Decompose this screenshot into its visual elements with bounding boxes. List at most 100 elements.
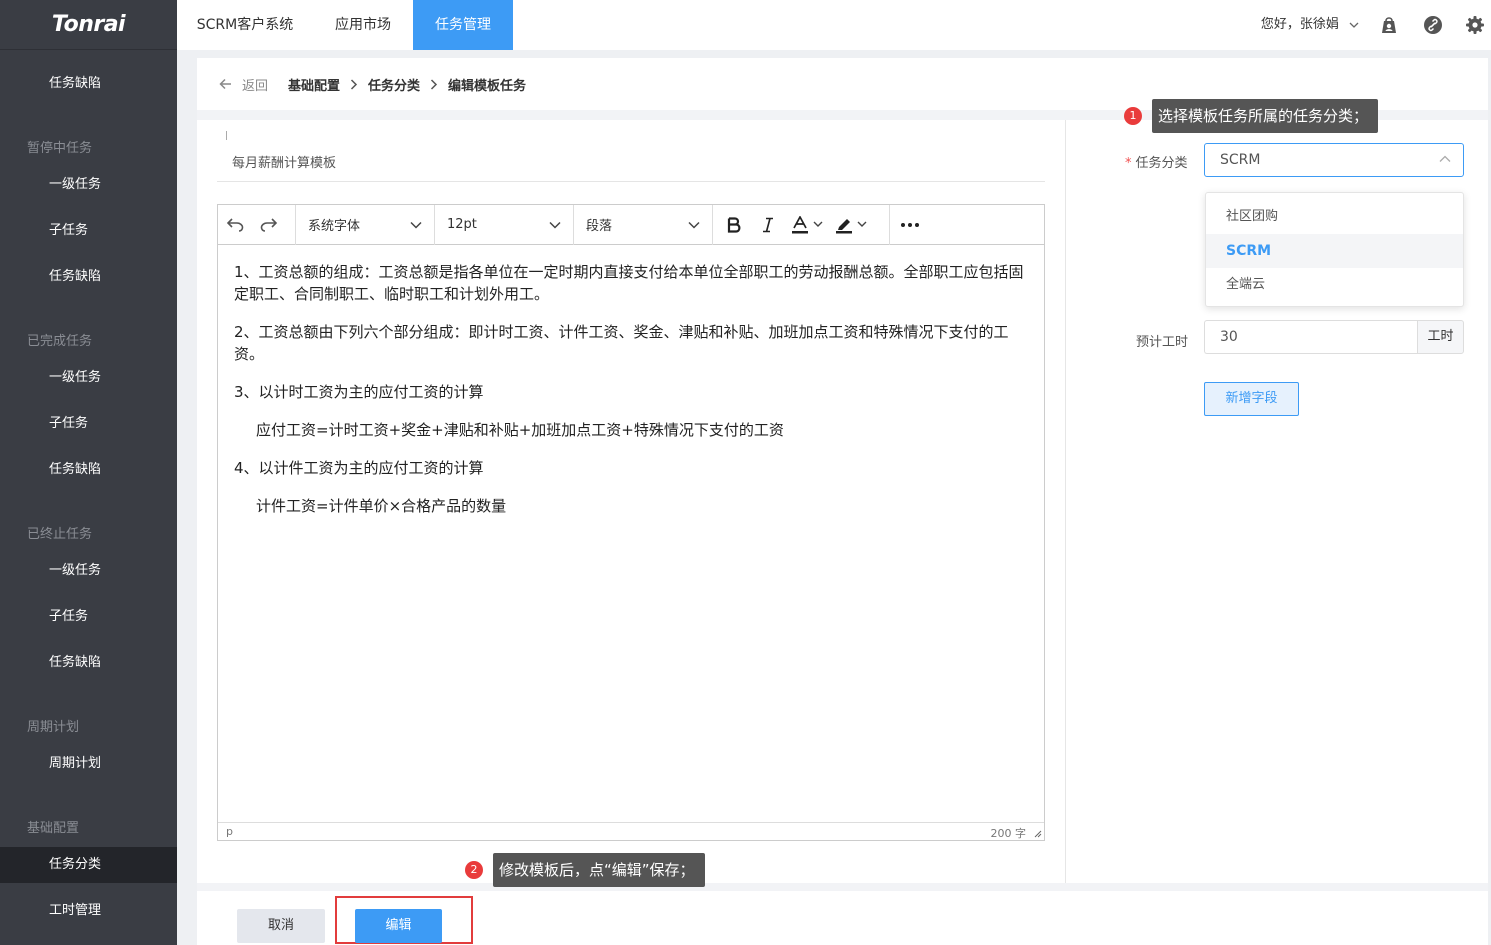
category-dropdown: 社区团购 SCRM 全端云 bbox=[1205, 192, 1464, 307]
nav-app-market[interactable]: 应用市场 bbox=[313, 0, 413, 50]
sidebar-item-completed-defects[interactable]: 任务缺陷 bbox=[0, 452, 177, 488]
font-size-select[interactable]: 12pt bbox=[435, 204, 574, 245]
italic-icon bbox=[763, 217, 773, 232]
sidebar-item-task-category[interactable]: 任务分类 bbox=[0, 847, 177, 883]
sidebar-item-paused-top[interactable]: 一级任务 bbox=[0, 167, 177, 203]
sidebar-group-basic-config: 基础配置 bbox=[27, 821, 80, 836]
category-option-selected[interactable]: SCRM bbox=[1206, 234, 1463, 268]
highlighter-icon bbox=[836, 218, 867, 233]
text-caret bbox=[226, 131, 227, 140]
editor-paragraph: 1、工资总额的组成：工资总额是指各单位在一定时期内直接支付给本单位全部职工的劳动… bbox=[234, 263, 1024, 303]
bold-button[interactable] bbox=[717, 205, 751, 245]
category-option[interactable]: 社区团购 bbox=[1206, 200, 1463, 234]
hours-field-label: 预计工时 bbox=[1136, 335, 1189, 350]
chevron-down-icon bbox=[410, 221, 422, 229]
breadcrumb-task-category[interactable]: 任务分类 bbox=[368, 75, 420, 94]
template-title-input[interactable]: 每月薪酬计算模板 bbox=[217, 128, 1045, 182]
format-group bbox=[713, 204, 890, 245]
italic-button[interactable] bbox=[751, 205, 785, 245]
history-group bbox=[218, 204, 296, 245]
rich-text-editor: 系统字体 12pt 段落 1、工资总额的组成：工资总额是指各单位在一定时期内直接… bbox=[217, 204, 1045, 841]
font-size-value: 12pt bbox=[447, 217, 477, 232]
sidebar-group-completed: 已完成任务 bbox=[27, 334, 93, 349]
sidebar-item-defects[interactable]: 任务缺陷 bbox=[0, 66, 177, 102]
sidebar: Tonrai 任务缺陷 暂停中任务 一级任务 子任务 任务缺陷 已完成任务 一级… bbox=[0, 0, 177, 945]
chevron-up-icon bbox=[1439, 155, 1451, 162]
font-family-select[interactable]: 系统字体 bbox=[296, 204, 435, 245]
editor-toolbar: 系统字体 12pt 段落 bbox=[218, 204, 1044, 245]
block-format-select[interactable]: 段落 bbox=[574, 204, 713, 245]
user-menu[interactable]: 您好，张徐娟 bbox=[1261, 0, 1359, 50]
editor-paragraph: 2、工资总额由下列六个部分组成：即计时工资、计件工资、奖金、津贴和补贴、加班加点… bbox=[234, 323, 1009, 363]
template-title-text: 每月薪酬计算模板 bbox=[232, 156, 337, 171]
nav-scrm[interactable]: SCRM客户系统 bbox=[177, 0, 313, 50]
category-select-value: SCRM bbox=[1220, 152, 1261, 168]
redo-button[interactable] bbox=[252, 205, 286, 245]
sidebar-item-terminated-top[interactable]: 一级任务 bbox=[0, 553, 177, 589]
chevron-down-icon bbox=[549, 221, 561, 229]
category-option[interactable]: 全端云 bbox=[1206, 268, 1463, 302]
sidebar-item-paused-sub[interactable]: 子任务 bbox=[0, 213, 177, 249]
editor-paragraph: 3、以计时工资为主的应付工资的计算 bbox=[234, 383, 484, 401]
editor-paragraph: 应付工资=计时工资+奖金+津贴和补贴+加班加点工资+特殊情况下支付的工资 bbox=[256, 421, 784, 439]
sidebar-item-completed-sub[interactable]: 子任务 bbox=[0, 406, 177, 442]
chevron-down-icon bbox=[688, 221, 700, 229]
arrow-left-icon bbox=[219, 78, 231, 90]
top-bar: SCRM客户系统 应用市场 任务管理 您好，张徐娟 bbox=[177, 0, 1491, 50]
sidebar-group-periodic: 周期计划 bbox=[27, 720, 80, 735]
sidebar-item-terminated-defects[interactable]: 任务缺陷 bbox=[0, 645, 177, 681]
chevron-right-icon bbox=[351, 78, 358, 90]
sidebar-item-paused-defects[interactable]: 任务缺陷 bbox=[0, 259, 177, 295]
text-color-icon bbox=[792, 215, 823, 233]
text-color-button[interactable] bbox=[785, 205, 829, 245]
link-icon[interactable] bbox=[1423, 15, 1443, 35]
hours-unit-label: 工时 bbox=[1417, 320, 1464, 354]
required-mark: * bbox=[1125, 156, 1132, 171]
more-horizontal-icon bbox=[901, 222, 919, 227]
greeting-text: 您好，张徐娟 bbox=[1260, 17, 1339, 32]
sidebar-item-completed-top[interactable]: 一级任务 bbox=[0, 360, 177, 396]
breadcrumb: 返回 基础配置 任务分类 编辑模板任务 bbox=[219, 74, 526, 94]
undo-button[interactable] bbox=[218, 205, 252, 245]
add-field-button[interactable]: 新增字段 bbox=[1204, 382, 1299, 416]
breadcrumb-edit-template: 编辑模板任务 bbox=[448, 78, 527, 94]
back-link[interactable]: 返回 bbox=[219, 75, 268, 94]
cancel-button[interactable]: 取消 bbox=[237, 909, 325, 943]
font-family-value: 系统字体 bbox=[308, 219, 361, 234]
editor-paragraph: 计件工资=计件单价×合格产品的数量 bbox=[256, 497, 507, 515]
highlight-color-button[interactable] bbox=[829, 205, 873, 245]
editor-statusbar: p 200 字 bbox=[218, 822, 1044, 840]
redo-icon bbox=[260, 217, 278, 232]
sidebar-item-terminated-sub[interactable]: 子任务 bbox=[0, 599, 177, 635]
sidebar-item-periodic-plan[interactable]: 周期计划 bbox=[0, 746, 177, 782]
sidebar-item-hours-management[interactable]: 工时管理 bbox=[0, 893, 177, 929]
callout-tip: 修改模板后，点“编辑”保存； bbox=[493, 853, 705, 887]
user-bag-icon[interactable] bbox=[1379, 15, 1399, 35]
edit-save-button[interactable]: 编辑 bbox=[355, 909, 442, 943]
nav-task-management[interactable]: 任务管理 bbox=[413, 0, 513, 50]
category-select[interactable]: SCRM bbox=[1204, 143, 1464, 177]
editor-content[interactable]: 1、工资总额的组成：工资总额是指各单位在一定时期内直接支付给本单位全部职工的劳动… bbox=[234, 261, 1034, 533]
back-label: 返回 bbox=[242, 78, 269, 94]
sidebar-group-paused: 暂停中任务 bbox=[27, 141, 93, 156]
undo-icon bbox=[226, 217, 244, 232]
word-count: 200 字 bbox=[990, 827, 1027, 840]
resize-handle-icon[interactable] bbox=[1034, 830, 1042, 838]
footer-divider bbox=[197, 883, 1488, 891]
callout-marker: 1 bbox=[1124, 107, 1142, 125]
panel-divider bbox=[1065, 120, 1066, 883]
block-format-value: 段落 bbox=[586, 219, 613, 234]
sidebar-group-terminated: 已终止任务 bbox=[27, 527, 93, 542]
element-path[interactable]: p bbox=[226, 825, 233, 838]
callout-tip: 选择模板任务所属的任务分类； bbox=[1152, 99, 1379, 133]
more-button[interactable] bbox=[890, 205, 930, 245]
app-logo: Tonrai bbox=[0, 0, 177, 50]
gear-icon[interactable] bbox=[1465, 15, 1485, 35]
callout-marker: 2 bbox=[465, 861, 483, 879]
breadcrumb-basic-config[interactable]: 基础配置 bbox=[288, 75, 340, 94]
editor-paragraph: 4、以计件工资为主的应付工资的计算 bbox=[234, 459, 484, 477]
chevron-right-icon bbox=[431, 78, 438, 90]
chevron-down-icon bbox=[1349, 22, 1359, 28]
category-field-label: * 任务分类 bbox=[1125, 156, 1188, 171]
estimated-hours-input[interactable]: 30 bbox=[1204, 320, 1417, 354]
